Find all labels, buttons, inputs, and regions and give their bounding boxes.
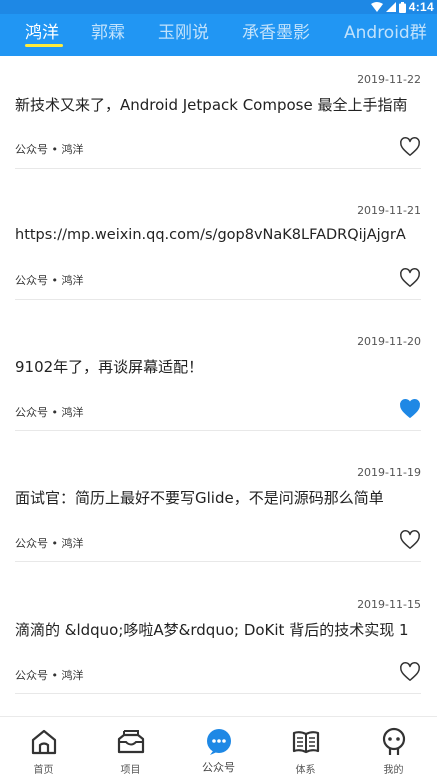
status-bar: 4:14 — [0, 0, 437, 14]
book-icon — [292, 731, 320, 754]
article-card[interactable]: 2019-11-20 9102年了，再谈屏幕适配！ 公众号 • 鸿洋 — [15, 300, 421, 431]
article-title: https://mp.weixin.qq.com/s/gop8vNaK8LFAD… — [15, 227, 406, 243]
nav-label: 我的 — [383, 765, 404, 776]
article-date: 2019-11-21 — [357, 204, 421, 217]
nav-projects[interactable]: 项目 — [87, 717, 174, 779]
nav-label: 首页 — [33, 765, 54, 776]
article-card[interactable]: 2019-11-15 滴滴的 &ldquo;哆啦A梦&rdquo; DoKit … — [15, 562, 421, 694]
nav-label: 体系 — [295, 765, 316, 776]
article-card[interactable]: 2019-11-21 https://mp.weixin.qq.com/s/go… — [15, 169, 421, 300]
tab-hongyang[interactable]: 鸿洋 — [25, 14, 59, 56]
home-icon — [31, 729, 57, 755]
tab-guolin[interactable]: 郭霖 — [91, 14, 125, 56]
article-date: 2019-11-20 — [357, 335, 421, 348]
tab-yugangshuo[interactable]: 玉刚说 — [158, 14, 209, 56]
article-meta: 公众号 • 鸿洋 — [15, 669, 84, 682]
article-title: 新技术又来了，Android Jetpack Compose 最全上手指南 — [15, 96, 408, 114]
article-date: 2019-11-15 — [357, 598, 421, 611]
tab-bar: 鸿洋 郭霖 玉刚说 承香墨影 Android群 — [0, 14, 437, 56]
article-meta: 公众号 • 鸿洋 — [15, 274, 84, 287]
nav-official-accounts[interactable]: 公众号 — [175, 717, 262, 779]
tab-indicator — [25, 44, 63, 47]
article-card[interactable]: 2019-11-22 新技术又来了，Android Jetpack Compos… — [15, 56, 421, 169]
article-title: 滴滴的 &ldquo;哆啦A梦&rdquo; DoKit 背后的技术实现 1 — [15, 621, 409, 639]
article-date: 2019-11-19 — [357, 466, 421, 479]
nav-profile[interactable]: 我的 — [350, 717, 437, 779]
tab-android-group[interactable]: Android群 — [344, 14, 427, 56]
inbox-icon — [117, 730, 145, 754]
nav-label: 项目 — [120, 765, 141, 776]
article-list: 2019-11-22 新技术又来了，Android Jetpack Compos… — [0, 56, 437, 716]
article-meta: 公众号 • 鸿洋 — [15, 406, 84, 419]
chat-bubble-icon — [207, 729, 231, 755]
heart-icon[interactable] — [399, 267, 421, 289]
article-meta: 公众号 • 鸿洋 — [15, 143, 84, 156]
article-title: 9102年了，再谈屏幕适配！ — [15, 358, 204, 376]
tab-chengxiangmoying[interactable]: 承香墨影 — [242, 14, 310, 56]
heart-icon[interactable] — [399, 661, 421, 683]
nav-home[interactable]: 首页 — [0, 717, 87, 779]
nav-system[interactable]: 体系 — [262, 717, 349, 779]
nav-label: 公众号 — [202, 761, 235, 774]
status-time: 4:14 — [408, 0, 434, 14]
bottom-nav: 首页 项目 公众号 体系 我的 — [0, 716, 437, 779]
person-icon — [382, 727, 406, 755]
battery-icon — [398, 1, 406, 13]
status-icons: 4:14 — [370, 0, 434, 14]
article-meta: 公众号 • 鸿洋 — [15, 537, 84, 550]
heart-icon[interactable] — [399, 529, 421, 551]
article-card[interactable]: 2019-11-19 面试官：简历上最好不要写Glide，不是问源码那么简单 公… — [15, 431, 421, 562]
article-date: 2019-11-22 — [357, 73, 421, 86]
heart-icon[interactable] — [399, 136, 421, 158]
heart-filled-icon[interactable] — [399, 398, 421, 420]
signal-icon — [385, 2, 396, 12]
wifi-icon — [370, 2, 383, 12]
article-title: 面试官：简历上最好不要写Glide，不是问源码那么简单 — [15, 489, 384, 507]
